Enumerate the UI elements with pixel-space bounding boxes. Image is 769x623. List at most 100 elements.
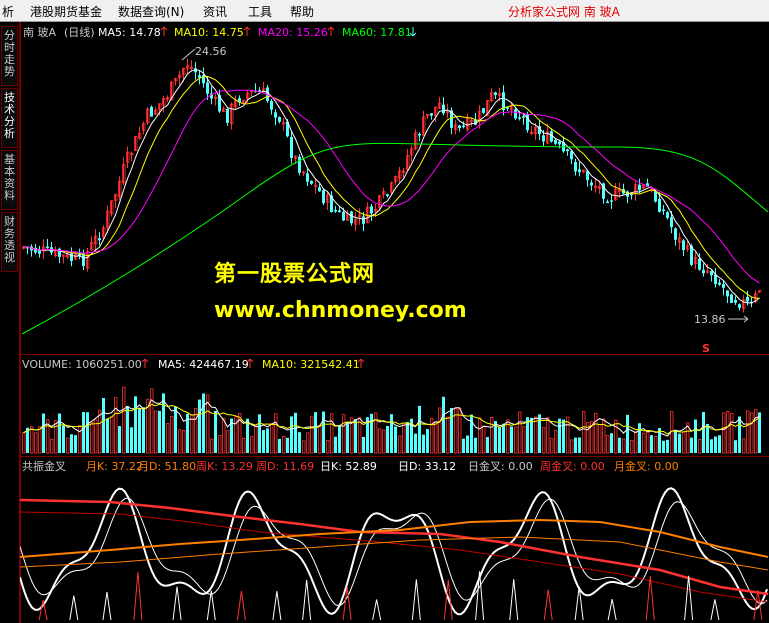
- candle-body: [746, 296, 749, 302]
- volume-legend: VOLUME: 1060251.00 MA5: 424467.19 MA10: …: [22, 358, 365, 371]
- watermark-url: www.chnmoney.com: [214, 298, 467, 323]
- volume-bar: [202, 393, 205, 453]
- sell-signal-marker: S: [702, 342, 710, 355]
- candle-body: [318, 187, 321, 192]
- cross-spike: [236, 590, 246, 621]
- volume-bar: [38, 426, 42, 454]
- candle-body: [334, 209, 337, 212]
- volume-bar: [514, 426, 518, 454]
- volume-bar: [106, 418, 109, 453]
- volume-bar: [558, 418, 561, 453]
- volume-bar: [130, 427, 133, 453]
- cross-spike: [607, 599, 617, 621]
- candle-body: [418, 133, 421, 136]
- candle-body: [514, 109, 517, 119]
- low-marker: 13.86: [694, 313, 749, 326]
- volume-bar: [706, 423, 709, 453]
- volume-bar: [630, 439, 634, 454]
- volume-bar: [434, 421, 438, 454]
- candle-body: [714, 274, 717, 285]
- volume-bar: [722, 412, 726, 454]
- tab-intraday[interactable]: 分时走势: [1, 26, 18, 86]
- menu-item-hk-futures[interactable]: 港股期货基金: [30, 3, 102, 20]
- volume-bar: [66, 437, 70, 454]
- week-k-label: 周K: 13.29: [196, 460, 253, 473]
- tab-fundamentals[interactable]: 基本资料: [1, 150, 18, 210]
- volume-bar: [82, 412, 85, 453]
- volume-bar: [606, 434, 610, 454]
- candle-body: [718, 282, 721, 285]
- candle-body: [518, 117, 521, 119]
- volume-bar: [498, 426, 501, 453]
- candle-body: [738, 304, 741, 308]
- volume-bar: [570, 439, 574, 454]
- month-k-line: [20, 518, 769, 558]
- day-k-line: [20, 487, 768, 616]
- volume-bar: [262, 430, 265, 453]
- side-tab-bar: 分时走势 技术分析 基本资料 财务透视: [0, 22, 20, 623]
- volume-bar: [674, 429, 677, 453]
- ma5-label: MA5: 14.78: [98, 26, 161, 39]
- volume-bar: [726, 410, 730, 454]
- volume-bar: [642, 432, 646, 454]
- volume-bar: [382, 429, 386, 454]
- candle-body: [566, 149, 569, 152]
- volume-bar: [114, 397, 118, 454]
- volume-bar: [694, 419, 697, 453]
- volume-bar: [386, 425, 389, 453]
- candle-body: [670, 217, 673, 228]
- menu-item-data-query[interactable]: 数据查询(N): [118, 3, 184, 20]
- candle-body: [442, 104, 445, 114]
- candle-body: [310, 180, 313, 184]
- volume-bar: [298, 432, 301, 453]
- volume-bar: [86, 412, 89, 453]
- volume-bar: [582, 411, 586, 454]
- volume-bar: [578, 437, 581, 453]
- day-k-label: 日K: 52.89: [320, 460, 377, 473]
- volume-bar: [42, 413, 45, 453]
- volume-bar: [118, 426, 121, 453]
- candle-body: [370, 206, 373, 214]
- tab-financials[interactable]: 财务透视: [1, 212, 18, 272]
- menu-item-analysis[interactable]: 析: [2, 3, 14, 20]
- cross-spike: [509, 579, 519, 621]
- volume-bar: [170, 415, 174, 454]
- volume-bar: [254, 424, 258, 454]
- cross-spike: [172, 586, 182, 621]
- candle-body: [666, 212, 669, 218]
- tab-technical[interactable]: 技术分析: [1, 88, 18, 148]
- volume-bar: [414, 433, 417, 453]
- cross-spike: [302, 579, 312, 621]
- cross-spike: [133, 571, 143, 621]
- tab-fundamentals-label: 基本资料: [4, 153, 15, 202]
- volume-bar: [270, 423, 274, 454]
- volume-bar: [58, 413, 61, 453]
- volume-bar: [326, 440, 330, 454]
- day-d-line: [20, 497, 768, 607]
- price-legend: 南 玻A (日线) MA5: 14.78 MA10: 14.75 MA20: 1…: [23, 25, 417, 39]
- volume-bar: [142, 407, 145, 453]
- volume-bar: [554, 430, 558, 454]
- candle-body: [458, 125, 461, 129]
- candle-body: [578, 169, 581, 173]
- cross-spike: [710, 599, 720, 621]
- candle-body: [606, 201, 609, 204]
- volume-bar: [306, 432, 310, 454]
- volume-bar: [622, 438, 626, 454]
- volume-bar: [690, 437, 693, 453]
- volume-bar: [362, 436, 365, 453]
- volume-bar: [154, 410, 158, 454]
- moving-averages: [21, 69, 769, 335]
- volume-bar: [394, 426, 397, 453]
- week-cross-label: 周金叉: 0.00: [540, 459, 605, 473]
- volume-bar: [714, 436, 717, 453]
- candle-body: [38, 250, 41, 254]
- menu-item-news[interactable]: 资讯: [203, 3, 227, 20]
- menu-item-tools[interactable]: 工具: [248, 3, 272, 20]
- volume-bar: [746, 410, 750, 454]
- menu-item-help[interactable]: 帮助: [290, 3, 314, 20]
- volume-bar: [522, 426, 526, 454]
- high-price-label: 24.56: [195, 45, 227, 58]
- volume-bar: [378, 428, 382, 454]
- volume-bar: [314, 412, 317, 453]
